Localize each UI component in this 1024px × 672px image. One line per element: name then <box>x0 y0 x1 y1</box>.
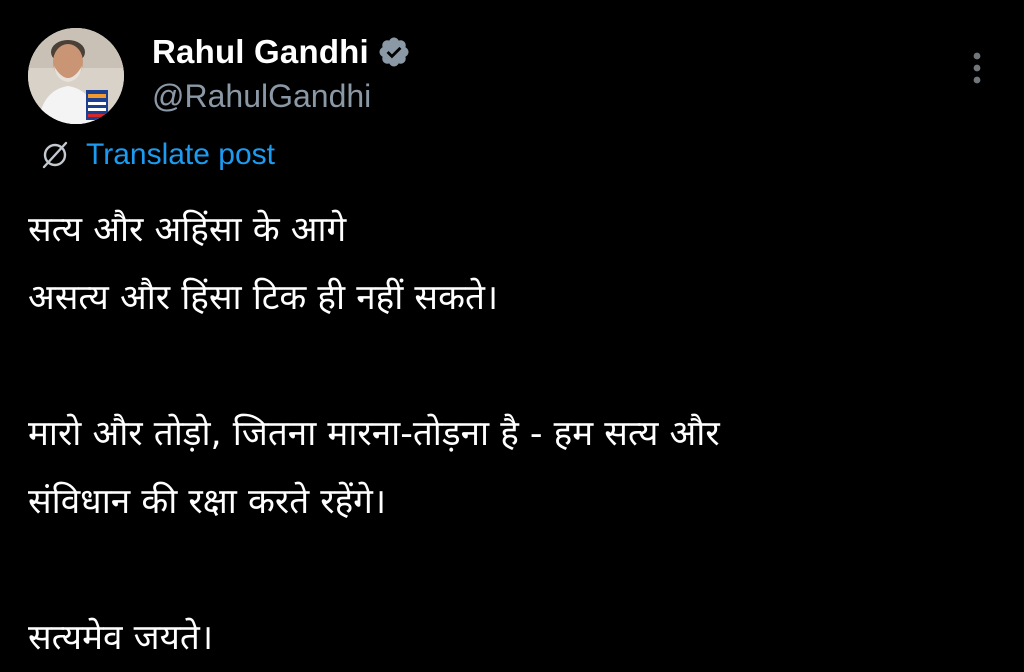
post-line: असत्य और हिंसा टिक ही नहीं सकते। <box>28 278 499 318</box>
verified-badge-icon[interactable] <box>377 35 411 69</box>
post-line: सत्य और अहिंसा के आगे <box>28 210 347 250</box>
display-name[interactable]: Rahul Gandhi <box>152 33 369 71</box>
more-vertical-icon <box>973 52 981 84</box>
more-options-button[interactable] <box>958 48 996 88</box>
post-line: सत्यमेव जयते। <box>28 618 214 658</box>
post-line: संविधान की रक्षा करते रहेंगे। <box>28 482 387 522</box>
tweet-header: Rahul Gandhi @RahulGandhi <box>28 28 411 124</box>
user-info: Rahul Gandhi @RahulGandhi <box>152 30 411 115</box>
post-text: सत्य और अहिंसा के आगे असत्य और हिंसा टिक… <box>28 196 988 672</box>
translate-post-label: Translate post <box>86 138 275 171</box>
name-row: Rahul Gandhi <box>152 30 411 74</box>
profile-photo-graphic <box>28 28 124 124</box>
avatar[interactable] <box>28 28 124 124</box>
user-handle[interactable]: @RahulGandhi <box>152 78 411 115</box>
translate-post-button[interactable]: Translate post <box>38 138 275 172</box>
post-line: मारो और तोड़ो, जितना मारना-तोड़ना है - ह… <box>28 414 720 454</box>
tweet-card: Rahul Gandhi @RahulGandhi Translate post… <box>0 0 1024 669</box>
translate-globe-icon <box>38 138 72 172</box>
